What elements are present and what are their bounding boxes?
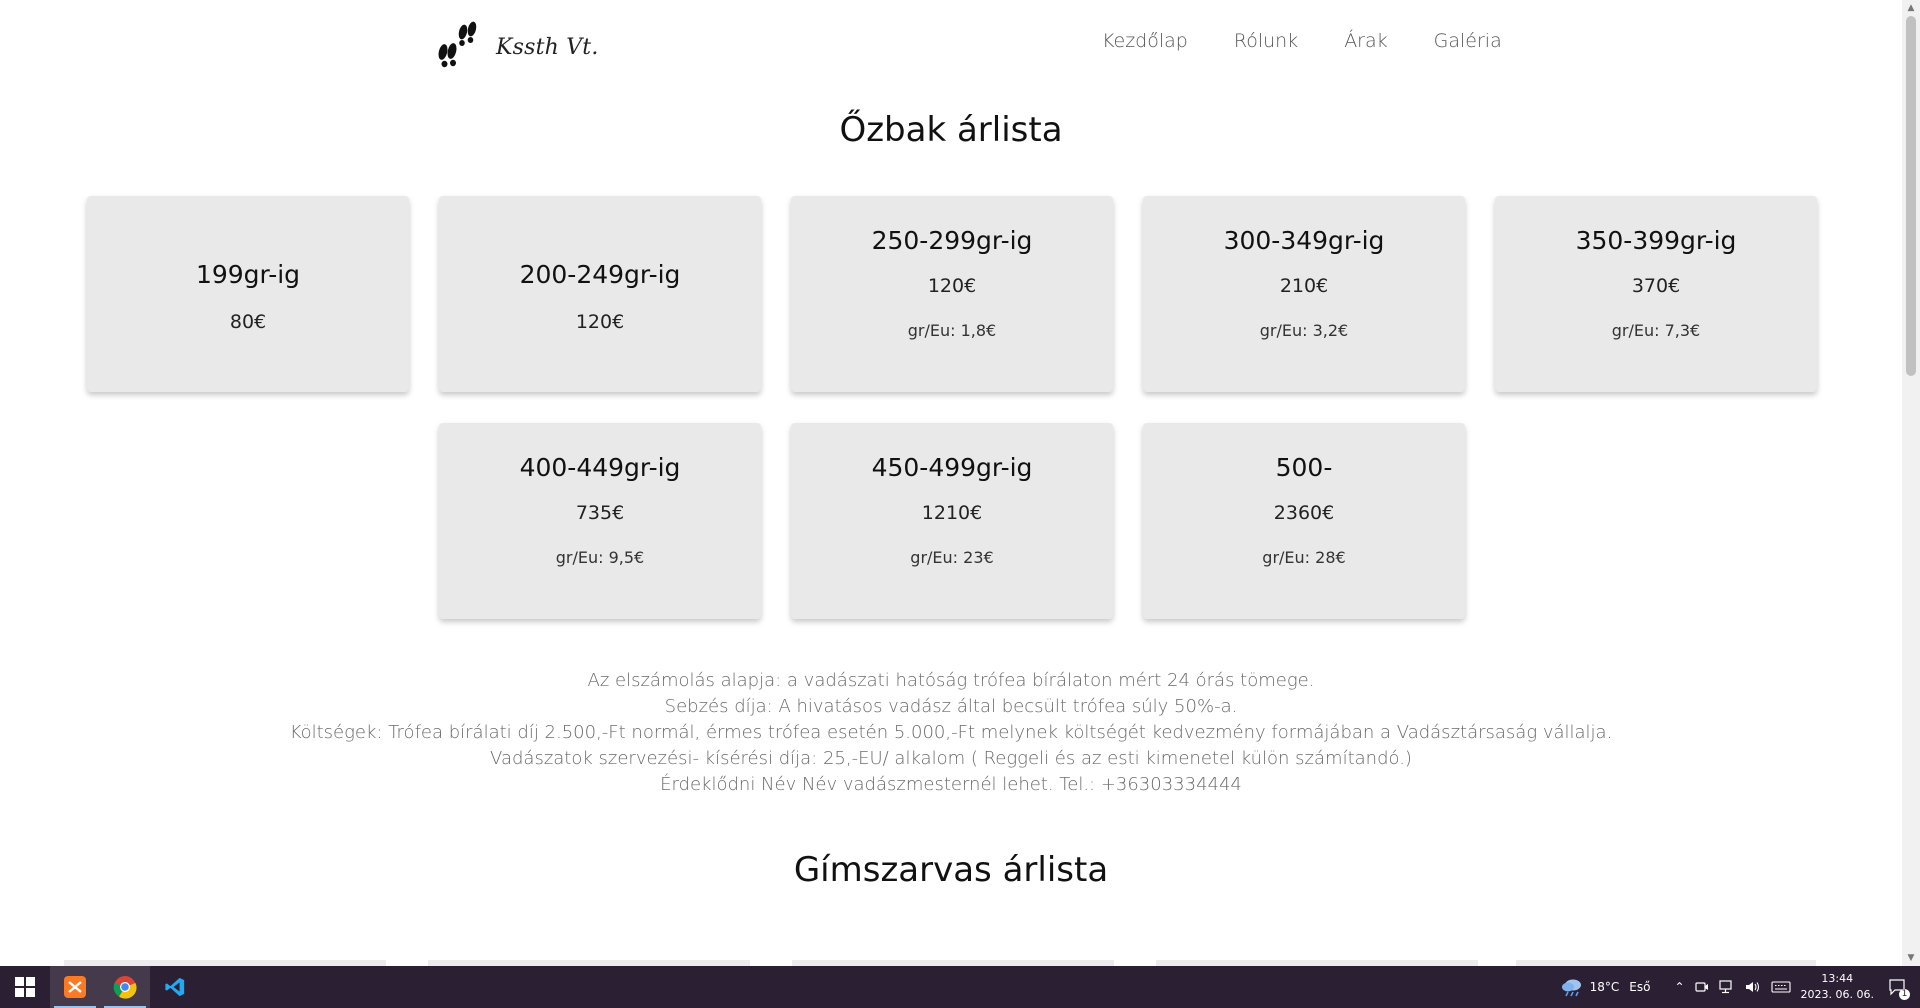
price-value: 120€ <box>927 275 977 297</box>
weight-range: 199gr-ig <box>195 260 301 289</box>
weight-range: 450-499gr-ig <box>871 453 1033 482</box>
price-value: 80€ <box>229 311 267 333</box>
nav-link-gallery[interactable]: Galéria <box>1434 30 1502 52</box>
price-value: 210€ <box>1279 275 1329 297</box>
price-card: 250-299gr-ig 120€ gr/Eu: 1,8€ <box>791 196 1113 392</box>
vscode-icon <box>165 977 185 997</box>
price-card: 400-449gr-ig 735€ gr/Eu: 9,5€ <box>439 423 761 619</box>
weight-range: 400-449gr-ig <box>519 453 681 482</box>
scroll-up-arrow-icon[interactable]: ▲ <box>1902 0 1920 16</box>
scrollbar-thumb[interactable] <box>1906 16 1916 376</box>
page-scrollbar[interactable]: ▲ ▼ <box>1902 0 1920 966</box>
chrome-icon <box>113 976 137 999</box>
show-hidden-icons-button[interactable]: ⌃ <box>1674 980 1684 994</box>
price-card: 500- 2360€ gr/Eu: 28€ <box>1143 423 1465 619</box>
note-line: Érdeklődni Név Név vadászmesternél lehet… <box>660 774 1242 795</box>
windows-logo-icon <box>15 977 35 997</box>
taskbar-tray-icon[interactable] <box>1694 980 1709 994</box>
price-value: 370€ <box>1631 275 1681 297</box>
price-per-gram: gr/Eu: 3,2€ <box>1259 321 1349 340</box>
speaker-icon <box>1745 982 1759 992</box>
volume-button[interactable] <box>1745 980 1761 994</box>
taskbar-app-vscode[interactable] <box>150 966 200 1008</box>
rain-cloud-icon <box>1561 979 1581 997</box>
system-clock[interactable]: 13:44 2023. 06. 06. <box>1801 971 1874 1003</box>
clock-date: 2023. 06. 06. <box>1800 988 1874 1001</box>
weight-range: 200-249gr-ig <box>519 260 681 289</box>
chevron-up-icon: ⌃ <box>1674 980 1685 994</box>
clock-time: 13:44 <box>1821 972 1854 985</box>
main-nav: Kezdőlap Rólunk Árak Galéria <box>1102 30 1548 52</box>
price-value: 2360€ <box>1273 502 1335 524</box>
price-per-gram: gr/Eu: 1,8€ <box>907 321 997 340</box>
note-line: Költségek: Trófea bírálati díj 2.500,-Ft… <box>289 722 1613 743</box>
price-card: 300-349gr-ig 210€ gr/Eu: 3,2€ <box>1143 196 1465 392</box>
xampp-icon <box>64 976 86 998</box>
keyboard-icon <box>1770 981 1791 993</box>
start-button[interactable] <box>0 966 50 1008</box>
network-icon <box>1718 980 1732 994</box>
gimszarvas-section-title: Gímszarvas árlista <box>793 850 1109 890</box>
network-button[interactable] <box>1718 980 1735 994</box>
footprints-icon <box>438 21 477 68</box>
system-tray: 18°C Eső ⌃ 13:44 2023. 06. 06. 1 <box>1560 966 1920 1008</box>
price-card: 199gr-ig 80€ <box>87 196 409 392</box>
taskbar-app-chrome[interactable] <box>100 966 150 1008</box>
note-line: Az elszámolás alapja: a vadászati hatósá… <box>587 670 1315 691</box>
price-card: 450-499gr-ig 1210€ gr/Eu: 23€ <box>791 423 1113 619</box>
taskbar-app-xampp[interactable] <box>50 966 100 1008</box>
price-per-gram: gr/Eu: 7,3€ <box>1611 321 1701 340</box>
price-value: 735€ <box>575 502 625 524</box>
weight-range: 350-399gr-ig <box>1575 226 1737 255</box>
note-line: Sebzés díja: A hivatásos vadász által be… <box>664 696 1238 717</box>
nav-link-home[interactable]: Kezdőlap <box>1102 30 1188 52</box>
price-per-gram: gr/Eu: 28€ <box>1262 548 1346 567</box>
weight-range: 250-299gr-ig <box>871 226 1033 255</box>
notification-center-button[interactable]: 1 <box>1888 978 1910 1000</box>
nav-link-about[interactable]: Rólunk <box>1234 30 1298 52</box>
price-card: 200-249gr-ig 120€ <box>439 196 761 392</box>
weather-widget[interactable]: 18°C Eső <box>1560 977 1651 997</box>
price-value: 120€ <box>575 311 625 333</box>
price-per-gram: gr/Eu: 23€ <box>910 548 994 567</box>
logo-text: Kssth Vt. <box>496 34 599 60</box>
input-method-button[interactable] <box>1770 980 1791 994</box>
scroll-down-arrow-icon[interactable]: ▼ <box>1902 950 1920 966</box>
nav-link-prices[interactable]: Árak <box>1344 30 1387 52</box>
notification-count-badge: 1 <box>1899 989 1910 1000</box>
meet-now-icon <box>1694 982 1708 992</box>
price-value: 1210€ <box>921 502 983 524</box>
browser-viewport: Kssth Vt. Kezdőlap Rólunk Árak Galéria Ő… <box>0 0 1902 966</box>
pricing-notes: Az elszámolás alapja: a vadászati hatósá… <box>0 668 1902 798</box>
weather-text: Eső <box>1629 980 1651 994</box>
weight-range: 300-349gr-ig <box>1223 226 1385 255</box>
site-logo[interactable]: Kssth Vt. <box>432 18 599 70</box>
weight-range: 500- <box>1275 453 1333 482</box>
weather-temp: 18°C <box>1589 980 1620 994</box>
price-card: 350-399gr-ig 370€ gr/Eu: 7,3€ <box>1495 196 1817 392</box>
note-line: Vadászatok szervezési- kísérési díja: 25… <box>490 748 1412 769</box>
windows-taskbar: 18°C Eső ⌃ 13:44 2023. 06. 06. 1 <box>0 966 1920 1008</box>
price-per-gram: gr/Eu: 9,5€ <box>555 548 645 567</box>
ozbak-section-title: Őzbak árlista <box>839 110 1063 150</box>
